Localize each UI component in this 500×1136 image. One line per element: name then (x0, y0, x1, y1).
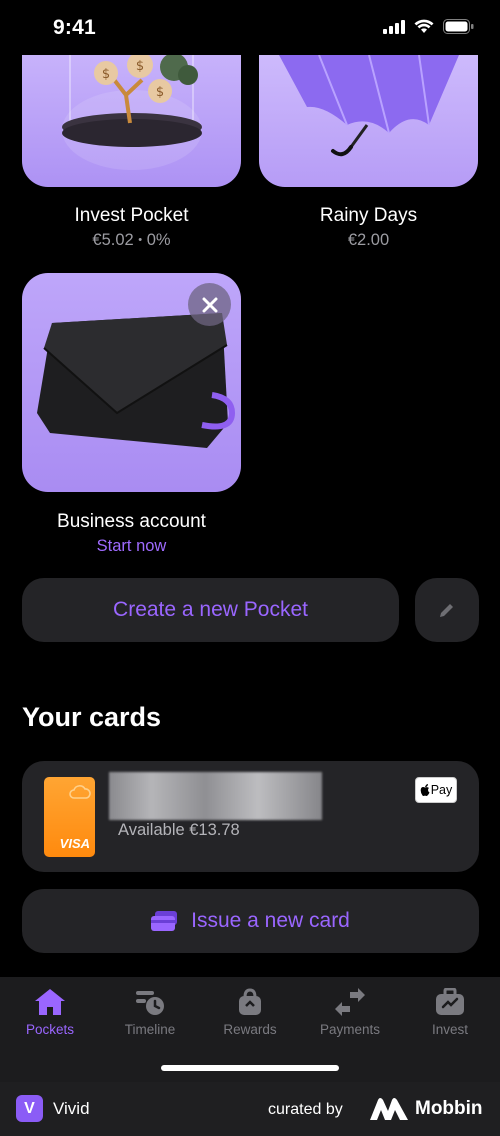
rainy-days-name: Rainy Days (319, 205, 418, 226)
pencil-icon (440, 604, 453, 617)
create-pocket-label: Create a new Pocket (113, 598, 308, 621)
cloud-icon (69, 785, 91, 799)
tab-rewards-label: Rewards (223, 1022, 277, 1037)
meta-separator: • (138, 234, 143, 246)
invest-pocket-meta: €5.02 • 0% (22, 231, 241, 250)
transfer-arrows-icon (335, 988, 365, 1016)
svg-text:$: $ (136, 59, 144, 74)
mobbin-brand-name: Mobbin (415, 1098, 483, 1119)
create-pocket-button[interactable]: Create a new Pocket (22, 578, 399, 642)
status-bar: 9:41 (0, 0, 500, 56)
tab-pockets-label: Pockets (25, 1022, 75, 1037)
curated-by-text: curated by (268, 1101, 343, 1118)
tab-timeline[interactable]: Timeline (100, 977, 200, 1047)
status-icons (383, 19, 474, 34)
svg-text:$: $ (156, 85, 164, 100)
rainy-days-amount: €2.00 (347, 231, 390, 249)
status-time: 9:41 (53, 16, 96, 39)
card-row[interactable]: VISA Available €13.78 Pay (22, 761, 479, 872)
apple-pay-label: Pay (430, 783, 453, 797)
rewards-bag-icon (239, 988, 261, 1015)
card-thumbnail: VISA (44, 777, 95, 857)
umbrella-illustration (279, 55, 459, 157)
tab-invest-label: Invest (431, 1022, 469, 1037)
footer-bar: V Vivid curated by Mobbin (0, 1082, 500, 1136)
card-stack-icon (151, 911, 178, 931)
cellular-signal-icon (383, 19, 405, 34)
redacted-card-name (109, 772, 322, 820)
home-icon (35, 989, 65, 1015)
edit-pockets-button[interactable] (415, 578, 479, 642)
tab-invest[interactable]: Invest (400, 977, 500, 1047)
wifi-icon (414, 19, 434, 33)
tab-timeline-label: Timeline (124, 1022, 176, 1037)
business-account-name: Business account (57, 511, 206, 532)
invest-pocket-tile[interactable]: $ $ $ (22, 55, 241, 187)
visa-logo: VISA (59, 836, 90, 851)
invest-pocket-amount: €5.02 (92, 231, 134, 249)
battery-icon (443, 19, 474, 34)
money-tree-illustration: $ $ $ (62, 55, 202, 170)
card-available-balance: Available €13.78 (118, 821, 240, 839)
mobbin-logo-icon (370, 1098, 408, 1120)
close-icon (202, 297, 217, 312)
apple-pay-badge[interactable]: Pay (415, 777, 457, 803)
tab-rewards[interactable]: Rewards (200, 977, 300, 1047)
vivid-app-logo: V (16, 1095, 43, 1122)
invest-pocket-name: Invest Pocket (74, 205, 189, 226)
invest-briefcase-icon (436, 988, 464, 1015)
invest-pocket-percent: 0% (146, 231, 171, 249)
your-cards-title: Your cards (22, 702, 162, 732)
tab-pockets[interactable]: Pockets (0, 977, 100, 1047)
vivid-app-name: Vivid (53, 1099, 90, 1118)
timeline-icon (136, 991, 164, 1015)
svg-text:$: $ (102, 67, 110, 82)
tab-payments[interactable]: Payments (300, 977, 400, 1047)
dismiss-business-button[interactable] (188, 283, 231, 326)
apple-logo-icon (420, 784, 430, 796)
issue-new-card-label: Issue a new card (191, 909, 350, 932)
tab-payments-label: Payments (319, 1022, 381, 1037)
issue-new-card-button[interactable]: Issue a new card (22, 889, 479, 953)
rainy-days-tile[interactable] (259, 55, 478, 187)
home-indicator[interactable] (161, 1065, 339, 1071)
start-now-link[interactable]: Start now (22, 537, 241, 556)
